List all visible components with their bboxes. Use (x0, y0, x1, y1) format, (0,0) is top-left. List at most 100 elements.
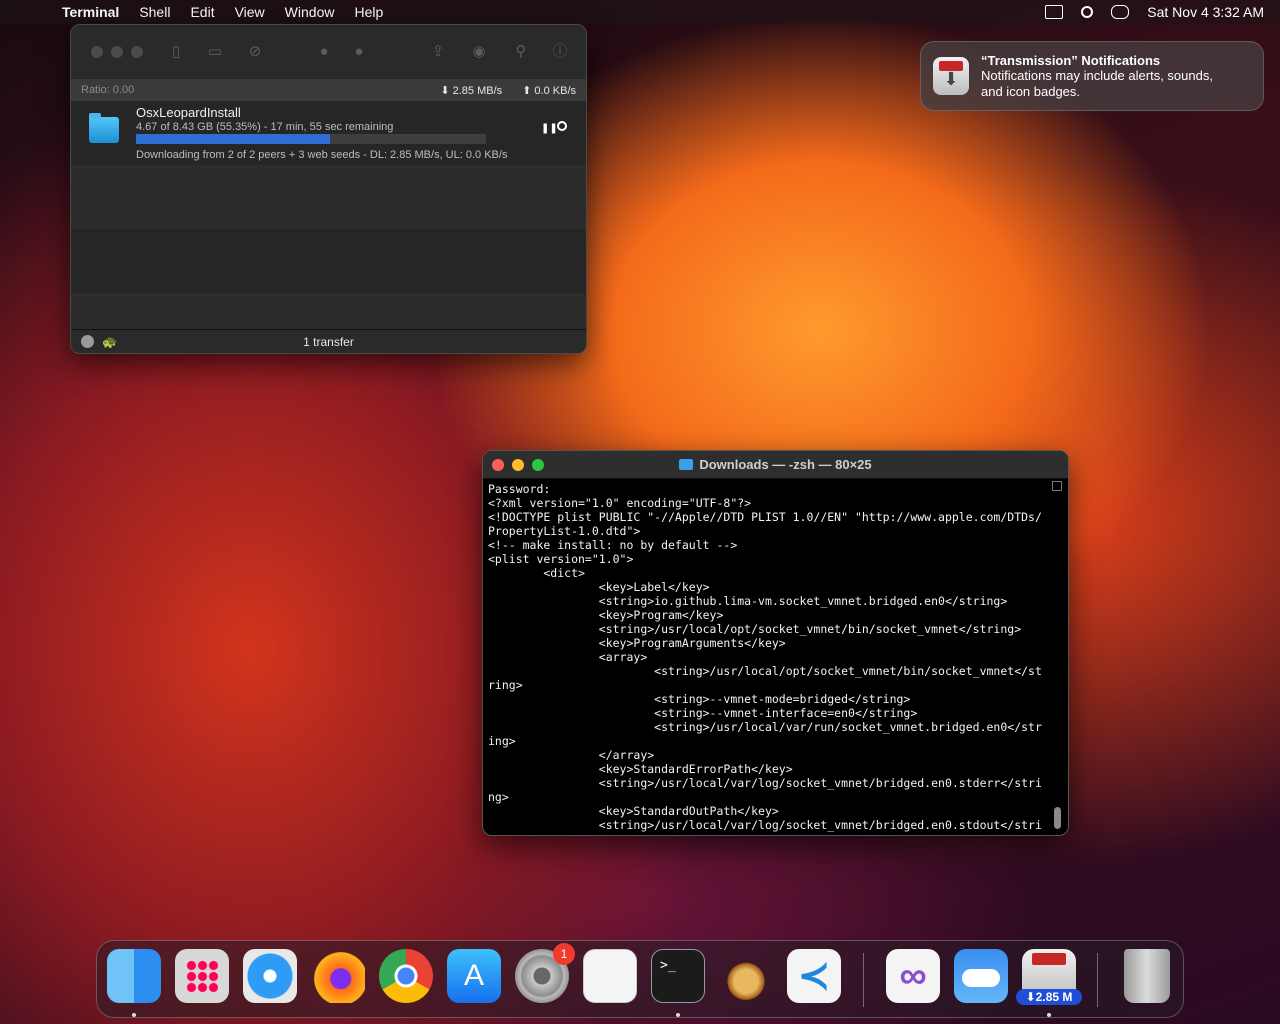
terminal-line: <string>/usr/local/opt/socket_vmnet/bin/… (488, 664, 1042, 678)
notification-badge: 1 (553, 943, 575, 965)
terminal-output[interactable]: Password: <?xml version="1.0" encoding="U… (483, 479, 1053, 832)
terminal-window: Downloads — -zsh — 80×25 Password: <?xml … (482, 450, 1069, 836)
terminal-line: <string>/usr/local/var/run/socket_vmnet.… (488, 720, 1042, 734)
app-store-icon[interactable]: A (447, 949, 501, 1003)
zoom-button[interactable] (131, 46, 143, 58)
transmission-toolbar: ▯ ▭ ⊘ ● ● ⇪ ◉ ⚲ ⓘ (71, 25, 586, 79)
pause-all-icon[interactable]: ● (316, 44, 332, 60)
trash-icon[interactable] (1124, 949, 1170, 1003)
menu-bar: Terminal Shell Edit View Window Help Sat… (0, 0, 1280, 24)
terminal-line: <key>StandardErrorPath</key> (488, 762, 793, 776)
terminal-line: <key>ProgramArguments</key> (488, 636, 786, 650)
torrent-name: OsxLeopardInstall (136, 105, 241, 120)
status-bar: Ratio: 0.00 ⬇ 2.85 MB/s ⬆ 0.0 KB/s (71, 79, 586, 101)
dock-separator (863, 953, 864, 1007)
terminal-titlebar[interactable]: Downloads — -zsh — 80×25 (483, 451, 1068, 479)
menu-help[interactable]: Help (344, 4, 393, 20)
terminal-line: <string>/usr/local/var/log/socket_vmnet/… (488, 776, 1042, 790)
transmission-icon (933, 57, 969, 95)
terminal-line: <dict> (488, 566, 585, 580)
transmission-footer: 🐢 1 transfer (71, 329, 586, 353)
transfer-count: 1 transfer (303, 334, 354, 349)
terminal-line: <!-- make install: no by default --> (488, 538, 738, 552)
vscode-icon[interactable]: ≺ (787, 949, 841, 1003)
terminal-line: <key>Label</key> (488, 580, 710, 594)
download-rate: ⬇ 2.85 MB/s (440, 84, 503, 97)
safari-icon[interactable] (243, 949, 297, 1003)
remove-icon[interactable]: ⊘ (247, 44, 263, 60)
dock-separator (1097, 953, 1098, 1007)
terminal-scrollbar[interactable] (1052, 479, 1064, 835)
torrent-progress-text: 4.67 of 8.43 GB (55.35%) - 17 min, 55 se… (136, 121, 394, 133)
reveal-search-icon[interactable] (557, 121, 567, 131)
terminal-line: ring> (488, 678, 523, 692)
share-icon[interactable]: ⇪ (430, 44, 446, 60)
notification-title: “Transmission” Notifications (981, 52, 1161, 68)
terminal-line: <string>/usr/local/var/log/socket_vmnet/… (488, 818, 1042, 832)
terminal-line: <string>/usr/local/opt/socket_vmnet/bin/… (488, 622, 1022, 636)
terminal-line: PropertyList-1.0.dtd"> (488, 524, 641, 538)
settings-icon[interactable]: 1 (515, 943, 575, 1003)
menu-view[interactable]: View (225, 4, 275, 20)
terminal-line: ing> (488, 734, 516, 748)
torrent-row[interactable]: OsxLeopardInstall 4.67 of 8.43 GB (55.35… (71, 101, 586, 165)
terminal-line: <string>--vmnet-interface=en0</string> (488, 706, 918, 720)
open-torrent-icon[interactable]: ▭ (207, 44, 223, 60)
menu-clock[interactable]: Sat Nov 4 3:32 AM (1147, 4, 1264, 20)
torrent-progress-fill (136, 134, 330, 144)
resume-all-icon[interactable]: ● (351, 44, 367, 60)
close-button[interactable] (91, 46, 103, 58)
launchpad-icon[interactable] (175, 949, 229, 1003)
minimize-button[interactable] (111, 46, 123, 58)
screen-mirroring-icon[interactable] (1045, 5, 1064, 19)
chrome-icon[interactable] (379, 949, 433, 1003)
pause-icon[interactable]: ❚❚ (541, 123, 558, 134)
torrent-progress-bar (136, 134, 486, 144)
upload-rate: ⬆ 0.0 KB/s (522, 84, 576, 97)
terminal-line: <plist version="1.0"> (488, 552, 634, 566)
terminal-icon[interactable]: >_ (651, 949, 705, 1003)
terminal-line: Password: (488, 482, 551, 496)
notification-body: Notifications may include alerts, sounds… (981, 67, 1213, 99)
empty-row (71, 165, 586, 229)
scrollbar-thumb[interactable] (1054, 807, 1061, 829)
terminal-line: <string>io.github.lima-vm.socket_vmnet.b… (488, 594, 1008, 608)
garageband-icon[interactable] (719, 949, 773, 1003)
terminal-line: ng> (488, 790, 509, 804)
visual-studio-icon[interactable]: ∞ (886, 949, 940, 1003)
upload-rate-value: 0.0 KB/s (534, 84, 576, 97)
folder-icon (89, 113, 119, 143)
textedit-icon[interactable] (583, 949, 637, 1003)
download-rate-value: 2.85 MB/s (452, 84, 503, 97)
notification-banner[interactable]: “Transmission” Notifications Notificatio… (920, 41, 1264, 111)
running-indicator (676, 1013, 680, 1017)
terminal-line: <!DOCTYPE plist PUBLIC "-//Apple//DTD PL… (488, 510, 1042, 524)
menu-app-name[interactable]: Terminal (52, 4, 129, 20)
folder-icon (679, 459, 694, 470)
menu-shell[interactable]: Shell (129, 4, 180, 20)
empty-row (71, 229, 586, 293)
running-indicator (132, 1013, 136, 1017)
torrent-status-text: Downloading from 2 of 2 peers + 3 web se… (136, 149, 508, 161)
weather-icon[interactable] (954, 949, 1008, 1003)
control-center-icon[interactable] (1111, 5, 1130, 19)
scrollbar-button[interactable] (1052, 481, 1062, 491)
terminal-line: <?xml version="1.0" encoding="UTF-8"?> (488, 496, 752, 510)
menu-window[interactable]: Window (275, 4, 345, 20)
terminal-line: <key>Program</key> (488, 608, 724, 622)
menu-edit[interactable]: Edit (180, 4, 224, 20)
ratio-label[interactable]: Ratio: 0.00 (81, 84, 134, 96)
terminal-line: <string>--vmnet-mode=bridged</string> (488, 692, 911, 706)
info-icon[interactable]: ⓘ (552, 44, 568, 60)
firefox-icon[interactable] (311, 949, 365, 1003)
terminal-title-text: Downloads — -zsh — 80×25 (699, 457, 872, 472)
search-icon[interactable]: ⚲ (513, 44, 529, 60)
create-torrent-icon[interactable]: ▯ (168, 44, 184, 60)
terminal-title: Downloads — -zsh — 80×25 (483, 457, 1068, 472)
finder-icon[interactable] (107, 949, 161, 1003)
spotlight-search-icon[interactable] (1081, 6, 1094, 18)
quicklook-icon[interactable]: ◉ (471, 44, 487, 60)
transmission-icon[interactable]: ⬇2.85 M (1016, 949, 1082, 1005)
terminal-line: <array> (488, 650, 648, 664)
running-indicator (1047, 1013, 1051, 1017)
